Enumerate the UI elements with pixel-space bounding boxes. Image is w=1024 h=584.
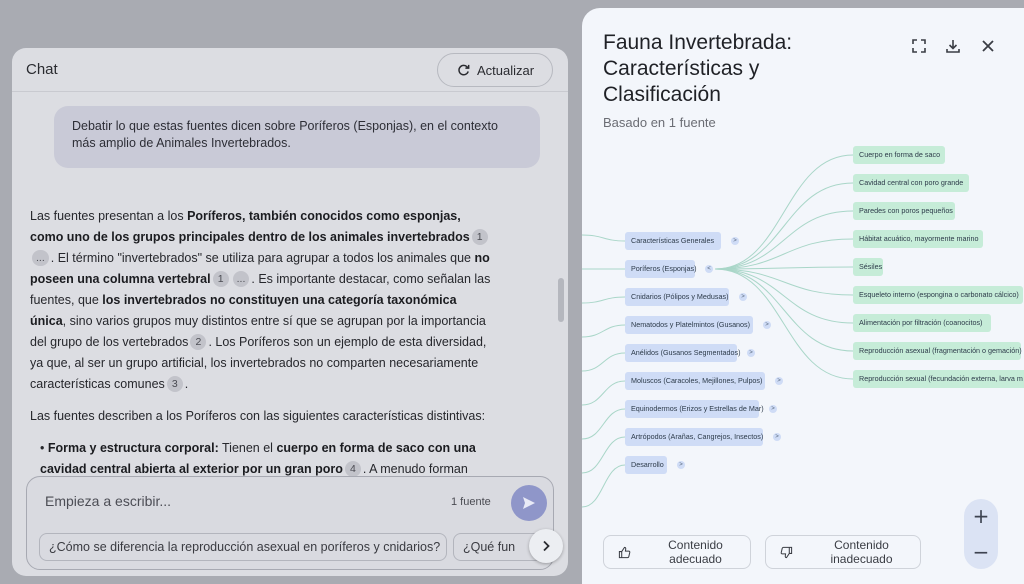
citation-chip[interactable]: 1 (212, 271, 229, 287)
refresh-icon (458, 64, 470, 75)
fullscreen-icon (912, 39, 926, 53)
mindmap-branch-node[interactable]: Nematodos y Platelmintos (Gusanos) (625, 316, 753, 334)
citation-chip[interactable]: ... (232, 271, 250, 287)
connector-line (582, 296, 626, 304)
connector-line (714, 154, 854, 270)
citation-chip[interactable]: 4 (344, 461, 361, 477)
response-paragraph: Las fuentes describen a los Poríferos co… (30, 409, 486, 423)
zoom-in-button[interactable]: + (964, 499, 998, 533)
connector-line (582, 436, 626, 474)
response-text: . El término "invertebrados" se utiliza … (50, 251, 475, 265)
expand-node-button[interactable]: > (747, 349, 755, 357)
expand-node-button[interactable]: > (769, 405, 777, 413)
mindmap-leaf-node[interactable]: Cuerpo en forma de saco (853, 146, 945, 164)
citation-chip[interactable]: 3 (166, 376, 183, 392)
zoom-controls: + − (964, 499, 998, 569)
response-text: Tienen el (218, 441, 277, 455)
mindmap-canvas[interactable]: Características Generales > Poríferos (Esp… (582, 128, 1024, 508)
connector-line (582, 380, 626, 406)
collapse-node-button[interactable]: < (705, 265, 713, 273)
composer: 1 fuente ¿Cómo se diferencia la reproduc… (26, 476, 563, 570)
bad-content-button[interactable]: Contenido inadecuado (765, 535, 921, 569)
fullscreen-button[interactable] (907, 34, 931, 58)
thumbs-down-icon (780, 546, 793, 558)
scroll-suggestions-button[interactable] (529, 529, 563, 563)
connector-line (714, 268, 854, 352)
download-button[interactable] (941, 34, 965, 58)
refresh-button[interactable]: Actualizar (437, 53, 553, 87)
suggestion-chip[interactable]: ¿Cómo se diferencia la reproducción asex… (39, 533, 447, 561)
connector-line (714, 182, 854, 270)
response-list-item: Forma y estructura corporal: Tienen el c… (40, 438, 492, 480)
mindmap-leaf-node[interactable]: Cavidad central con poro grande (853, 174, 969, 192)
response-text: . A menudo forman (362, 462, 468, 476)
close-icon (982, 40, 994, 52)
mindmap-leaf-node[interactable]: Paredes con poros pequeños (853, 202, 955, 220)
mindmap-leaf-node[interactable]: Reproducción asexual (fragmentación o ge… (853, 342, 1022, 360)
mindmap-branch-node[interactable]: Características Generales (625, 232, 721, 250)
mindmap-branch-node[interactable]: Anélidos (Gusanos Segmentados) (625, 344, 740, 362)
chat-header: Chat Actualizar (12, 48, 568, 92)
response-paragraph: Las fuentes presentan a los Poríferos, t… (30, 206, 492, 395)
connector-line (582, 408, 626, 440)
chevron-right-icon (543, 540, 550, 552)
mindmap-branch-node[interactable]: Moluscos (Caracoles, Mejillones, Pulpos) (625, 372, 765, 390)
response-list: Forma y estructura corporal: Tienen el c… (30, 438, 492, 480)
send-icon (523, 497, 535, 509)
source-count: 1 fuente (451, 496, 491, 508)
chat-title: Chat (26, 61, 58, 78)
mindmap-leaf-node[interactable]: Hábitat acuático, mayormente marino (853, 230, 983, 248)
mindmap-branch-node[interactable]: Desarrollo (625, 456, 667, 474)
close-button[interactable] (976, 34, 1000, 58)
chat-panel: Chat Actualizar Debatir lo que estas fue… (12, 48, 568, 576)
zoom-out-button[interactable]: − (964, 535, 998, 569)
mindmap-branch-node[interactable]: Cnidarios (Pólipos y Medusas) (625, 288, 729, 306)
thumbs-up-icon (618, 546, 631, 558)
response-text: Las fuentes presentan a los (30, 209, 188, 223)
good-content-label: Contenido adecuado (668, 538, 723, 566)
bold-text: Forma y estructura corporal: (47, 441, 219, 455)
mindmap-branch-node[interactable]: Artrópodos (Arañas, Cangrejos, Insectos) (625, 428, 763, 446)
response-text: . (184, 377, 189, 391)
user-message: Debatir lo que estas fuentes dicen sobre… (54, 106, 540, 168)
mindmap-branch-node[interactable]: Poríferos (Esponjas) (625, 260, 697, 278)
expand-node-button[interactable]: > (763, 321, 771, 329)
good-content-button[interactable]: Contenido adecuado (603, 535, 751, 569)
refresh-label: Actualizar (476, 62, 535, 78)
mindmap-leaf-node[interactable]: Sésiles (853, 258, 883, 276)
mindmap-leaf-node[interactable]: Alimentación por filtración (coanocitos) (853, 314, 991, 332)
mindmap-leaf-node[interactable]: Esqueleto interno (espongina o carbonato… (853, 286, 1023, 304)
connector-line (714, 268, 854, 324)
citation-chip[interactable]: ... (32, 250, 49, 266)
bad-content-label: Contenido inadecuado (830, 538, 893, 566)
connector-line (582, 352, 626, 372)
expand-node-button[interactable]: > (677, 461, 685, 469)
send-button[interactable] (511, 485, 547, 521)
expand-node-button[interactable]: > (773, 433, 781, 441)
scrollbar-thumb[interactable] (558, 278, 564, 322)
connector-line (582, 234, 626, 242)
mindmap-branch-node[interactable]: Equinodermos (Erizos y Estrellas de Mar) (625, 400, 764, 418)
expand-node-button[interactable]: > (731, 237, 739, 245)
connector-line (582, 324, 626, 338)
expand-node-button[interactable]: > (775, 377, 783, 385)
download-icon (946, 40, 960, 53)
citation-chip[interactable]: 2 (190, 334, 207, 350)
assistant-response: Las fuentes presentan a los Poríferos, t… (30, 206, 492, 480)
message-input[interactable] (45, 493, 425, 509)
mindmap-title: Fauna Invertebrada: Características y Cl… (603, 31, 793, 106)
mindmap-leaf-node[interactable]: Reproducción sexual (fecundación externa… (853, 370, 1024, 388)
mindmap-panel: Fauna Invertebrada: Características y Cl… (582, 8, 1024, 584)
expand-node-button[interactable]: > (739, 293, 747, 301)
citation-chip[interactable]: 1 (471, 229, 488, 245)
